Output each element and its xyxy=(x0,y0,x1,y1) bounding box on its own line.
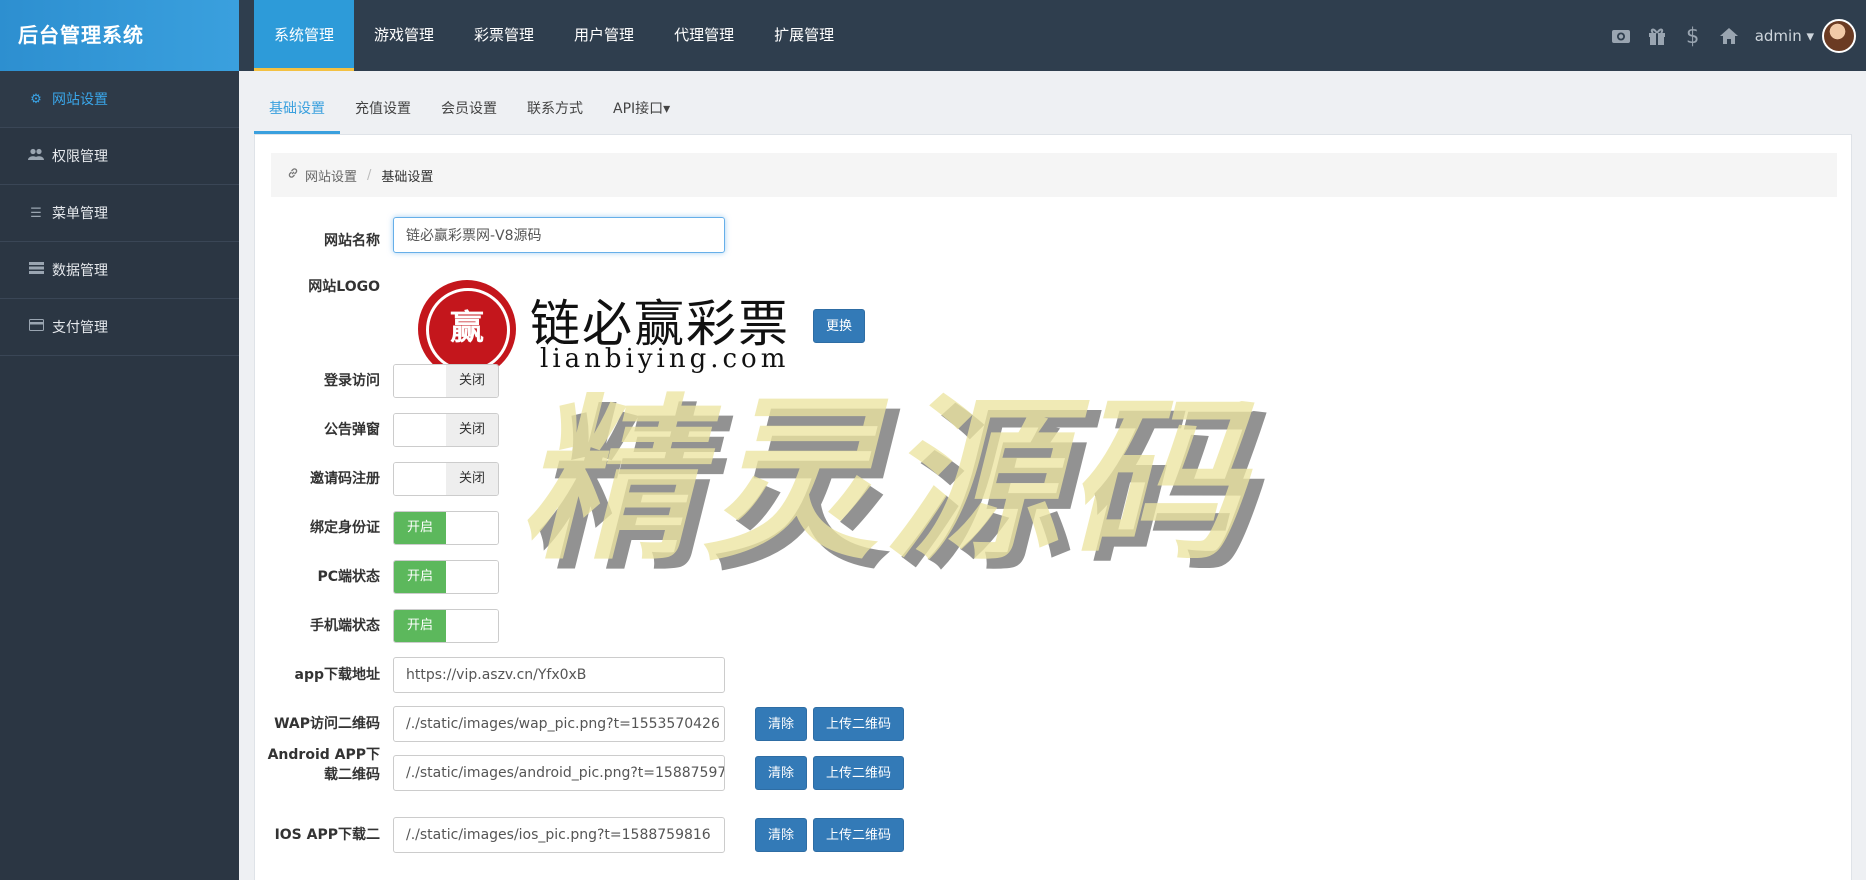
gift-icon[interactable] xyxy=(1639,0,1675,71)
users-icon xyxy=(28,148,44,165)
logo-label: 网站LOGO xyxy=(308,279,380,295)
breadcrumb-separator: / xyxy=(367,167,372,183)
login-access-switch[interactable]: 关闭 xyxy=(393,364,499,398)
avatar[interactable] xyxy=(1822,18,1856,53)
switch-blank xyxy=(394,414,446,446)
sidebar-item-label: 权限管理 xyxy=(52,149,108,165)
android-clear-button[interactable]: 清除 xyxy=(755,756,808,790)
brand-title: 后台管理系统 xyxy=(0,0,239,71)
site-logo: 赢 链必赢彩票 lianbiying.com xyxy=(418,272,798,378)
wap-upload-button[interactable]: 上传二维码 xyxy=(813,707,905,741)
ios-clear-button[interactable]: 清除 xyxy=(755,818,808,852)
pc-status-switch[interactable]: 开启 xyxy=(393,560,499,594)
ios-upload-button[interactable]: 上传二维码 xyxy=(813,818,905,852)
wap-qr-label: WAP访问二维码 xyxy=(274,716,380,732)
credit-card-icon xyxy=(28,319,44,335)
breadcrumb-parent[interactable]: 网站设置 xyxy=(305,166,357,185)
switch-state: 关闭 xyxy=(446,463,498,495)
breadcrumb: 网站设置 / 基础设置 xyxy=(271,153,1837,197)
tab-recharge[interactable]: 充值设置 xyxy=(340,90,426,134)
switch-label: 邀请码注册 xyxy=(310,471,380,487)
top-nav-agent[interactable]: 代理管理 xyxy=(654,0,754,71)
switch-blank xyxy=(446,512,498,544)
sidebar-item-label: 网站设置 xyxy=(52,92,108,108)
switch-state: 关闭 xyxy=(446,365,498,397)
replace-logo-button[interactable]: 更换 xyxy=(813,309,866,343)
android-upload-button[interactable]: 上传二维码 xyxy=(813,756,905,790)
top-nav-extension[interactable]: 扩展管理 xyxy=(754,0,854,71)
database-icon xyxy=(28,262,44,278)
tab-member[interactable]: 会员设置 xyxy=(426,90,512,134)
switch-blank xyxy=(446,610,498,642)
logo-seal-char: 赢 xyxy=(450,308,484,348)
logo-domain-text: lianbiying.com xyxy=(540,344,790,374)
sidebar-item-data[interactable]: 数据管理 xyxy=(0,242,239,299)
tab-api[interactable]: API接口▾ xyxy=(598,90,685,134)
notice-popup-switch[interactable]: 关闭 xyxy=(393,413,499,447)
sidebar-item-payment[interactable]: 支付管理 xyxy=(0,299,239,356)
list-icon: ☰ xyxy=(30,205,42,221)
wap-qr-input[interactable]: /./static/images/wap_pic.png?t=155357042… xyxy=(393,706,725,742)
tab-contact[interactable]: 联系方式 xyxy=(512,90,598,134)
android-qr-input[interactable]: /./static/images/android_pic.png?t=15887… xyxy=(393,755,725,791)
ios-qr-input[interactable]: /./static/images/ios_pic.png?t=158875981… xyxy=(393,817,725,853)
switch-label: 绑定身份证 xyxy=(310,520,380,536)
invite-code-switch[interactable]: 关闭 xyxy=(393,462,499,496)
gear-icon: ⚙ xyxy=(30,91,42,107)
top-right-toolbar: $ admin ▾ xyxy=(1603,0,1866,71)
top-nav-game[interactable]: 游戏管理 xyxy=(354,0,454,71)
switch-label: PC端状态 xyxy=(317,569,380,585)
switch-state: 开启 xyxy=(394,561,446,593)
home-icon[interactable] xyxy=(1711,0,1747,71)
sidebar-item-label: 支付管理 xyxy=(52,320,108,336)
sidebar-item-label: 数据管理 xyxy=(52,263,108,279)
top-nav: 系统管理 游戏管理 彩票管理 用户管理 代理管理 扩展管理 xyxy=(254,0,854,71)
camera-icon[interactable] xyxy=(1603,0,1639,71)
tab-basic[interactable]: 基础设置 xyxy=(254,90,340,134)
settings-tabs: 基础设置 充值设置 会员设置 联系方式 API接口▾ xyxy=(254,90,685,134)
android-qr-label-line1: Android APP下 xyxy=(267,747,380,763)
top-nav-user[interactable]: 用户管理 xyxy=(554,0,654,71)
switch-state: 关闭 xyxy=(446,414,498,446)
switch-label: 手机端状态 xyxy=(310,618,380,634)
site-name-label: 网站名称 xyxy=(324,233,380,249)
settings-panel: 网站设置 / 基础设置 网站名称 链必赢彩票网-V8源码 网站LOGO 赢 链必… xyxy=(254,134,1852,880)
wap-clear-button[interactable]: 清除 xyxy=(755,707,808,741)
app-url-input[interactable]: https://vip.aszv.cn/Yfx0xB xyxy=(393,657,725,693)
android-qr-label-line2: 载二维码 xyxy=(324,767,380,783)
ios-qr-label: IOS APP下载二 xyxy=(274,827,380,843)
switch-state: 开启 xyxy=(394,610,446,642)
switch-blank xyxy=(394,365,446,397)
dollar-icon[interactable]: $ xyxy=(1675,0,1711,71)
sidebar-item-permissions[interactable]: 权限管理 xyxy=(0,128,239,185)
android-qr-label: Android APP下 载二维码 xyxy=(255,745,380,785)
app-url-label: app下载地址 xyxy=(294,667,381,683)
switch-blank xyxy=(394,463,446,495)
user-menu[interactable]: admin ▾ xyxy=(1747,27,1822,45)
switch-state: 开启 xyxy=(394,512,446,544)
switch-label: 公告弹窗 xyxy=(324,422,380,438)
sidebar-item-menu[interactable]: ☰ 菜单管理 xyxy=(0,185,239,242)
switch-blank xyxy=(446,561,498,593)
sidebar-item-site-settings[interactable]: ⚙ 网站设置 xyxy=(0,71,239,128)
top-nav-system[interactable]: 系统管理 xyxy=(254,0,355,71)
link-icon xyxy=(287,167,299,183)
breadcrumb-current: 基础设置 xyxy=(381,169,434,185)
site-name-input[interactable]: 链必赢彩票网-V8源码 xyxy=(393,217,725,253)
sidebar: ⚙ 网站设置 权限管理 ☰ 菜单管理 数据管理 支付管理 xyxy=(0,71,239,880)
sidebar-item-label: 菜单管理 xyxy=(52,206,108,222)
bind-id-switch[interactable]: 开启 xyxy=(393,511,499,545)
switch-label: 登录访问 xyxy=(324,373,380,389)
top-nav-lottery[interactable]: 彩票管理 xyxy=(454,0,554,71)
mobile-status-switch[interactable]: 开启 xyxy=(393,609,499,643)
top-navbar: 后台管理系统 系统管理 游戏管理 彩票管理 用户管理 代理管理 扩展管理 $ a… xyxy=(0,0,1866,71)
